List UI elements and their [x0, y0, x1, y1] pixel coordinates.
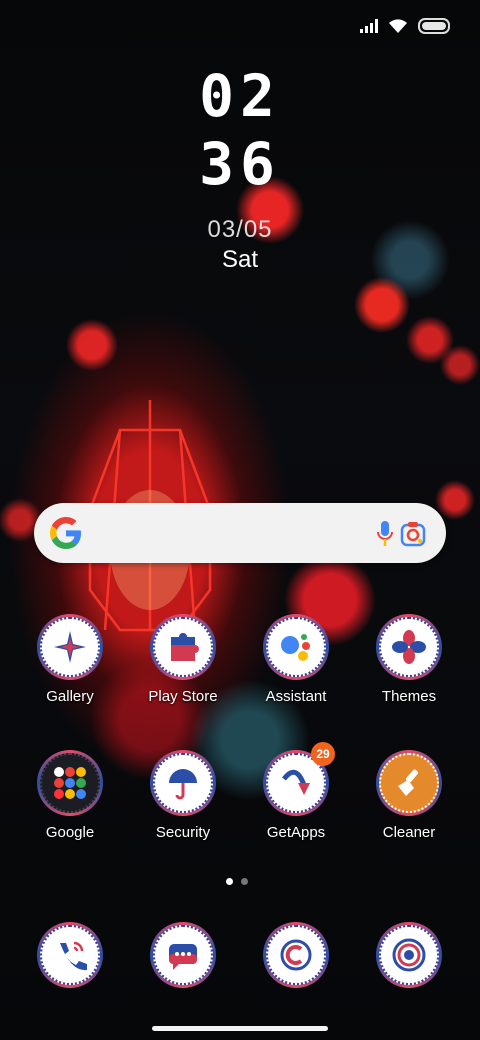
status-bar	[0, 0, 480, 56]
wifi-icon	[389, 19, 407, 33]
page-indicator	[226, 878, 248, 885]
themes-icon	[392, 630, 426, 664]
dock-camera[interactable]	[359, 922, 459, 988]
google-g-icon	[50, 517, 81, 549]
app-assistant[interactable]: Assistant	[246, 614, 346, 705]
lens-icon[interactable]	[400, 521, 428, 547]
clock-widget[interactable]: 02 36 03/05 Sat	[0, 64, 480, 274]
app-label: Google	[45, 824, 95, 841]
page-dot-active	[226, 878, 233, 885]
dock-browser[interactable]	[246, 922, 346, 988]
app-gallery[interactable]: Gallery	[20, 614, 120, 705]
google-folder-icon	[54, 767, 86, 799]
play-store-icon	[171, 633, 199, 661]
app-getapps[interactable]: 29 GetApps	[246, 742, 346, 841]
messages-icon	[169, 944, 197, 970]
home-gesture-bar[interactable]	[152, 1026, 328, 1031]
clock-minute: 36	[199, 130, 281, 198]
mic-icon[interactable]	[376, 521, 394, 547]
camera-icon	[392, 938, 426, 972]
signal-icon	[360, 19, 378, 33]
assistant-icon	[281, 634, 310, 661]
security-icon	[169, 769, 197, 800]
page-dot	[241, 878, 248, 885]
phone-icon	[60, 941, 87, 971]
app-label: GetApps	[266, 824, 326, 841]
app-label: Play Store	[148, 688, 218, 705]
app-google-folder[interactable]: Google	[20, 750, 120, 841]
app-themes[interactable]: Themes	[359, 614, 459, 705]
app-label: Themes	[381, 688, 437, 705]
app-label: Cleaner	[382, 824, 436, 841]
dock-phone[interactable]	[20, 922, 120, 988]
getapps-icon	[282, 769, 310, 795]
dock-messages[interactable]	[133, 922, 233, 988]
browser-icon	[280, 939, 312, 971]
app-security[interactable]: Security	[133, 750, 233, 841]
clock-day: Sat	[221, 246, 259, 273]
app-label: Assistant	[265, 688, 327, 705]
battery-icon	[418, 18, 450, 34]
google-search-bar[interactable]	[34, 503, 446, 563]
app-cleaner[interactable]: Cleaner	[359, 750, 459, 841]
app-play-store[interactable]: Play Store	[133, 614, 233, 705]
clock-date: 03/05	[207, 216, 273, 243]
gallery-icon	[54, 631, 86, 663]
cleaner-icon	[398, 769, 418, 796]
app-label: Security	[155, 824, 211, 841]
app-label: Gallery	[46, 688, 94, 705]
clock-hour: 02	[199, 62, 281, 130]
